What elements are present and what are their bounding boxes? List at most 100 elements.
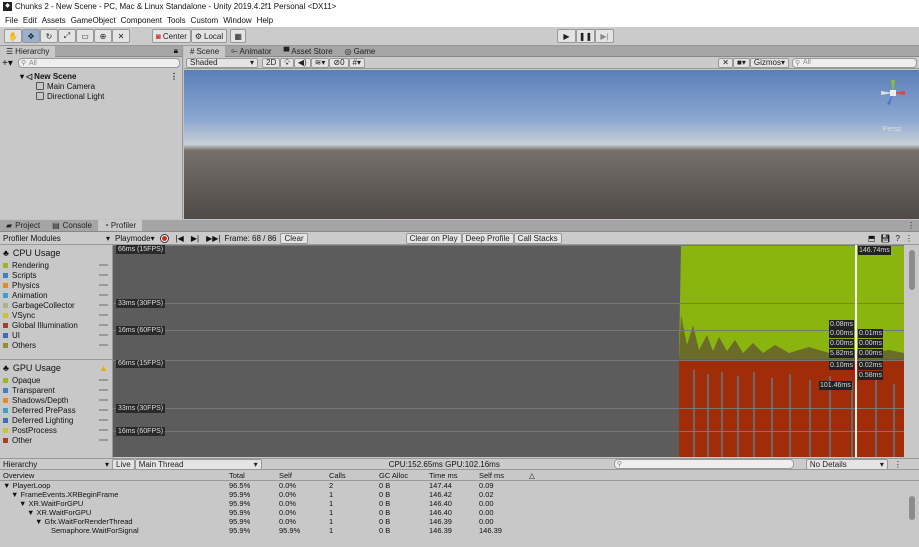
thread-dropdown[interactable]: Main Thread ▾ — [134, 458, 262, 470]
more-icon[interactable]: ⋮ — [905, 234, 913, 243]
cpu-legend-item[interactable]: GarbageCollector — [0, 300, 112, 310]
cpu-legend-item[interactable]: Physics — [0, 280, 112, 290]
details-menu-icon[interactable]: ⋮ — [894, 460, 902, 469]
tab-project[interactable]: ▰ Project — [0, 220, 46, 231]
expand-arrow-icon[interactable]: ▼ — [27, 508, 37, 517]
menu-window[interactable]: Window — [223, 16, 251, 25]
legend-toggle-icon[interactable] — [99, 314, 108, 316]
menu-edit[interactable]: Edit — [23, 16, 37, 25]
table-row[interactable]: Semaphore.WaitForSignal 95.9% 95.9% 1 0 B 146… — [0, 526, 919, 535]
details-scrollbar[interactable] — [905, 482, 919, 547]
table-row[interactable]: ▼ PlayerLoop 96.5% 0.0% 2 0 B 147.44 0.09 — [0, 481, 919, 490]
cpu-legend-item[interactable]: VSync — [0, 310, 112, 320]
details-scrollbar-thumb[interactable] — [909, 496, 915, 520]
lock-icon[interactable]: 🔒︎ — [174, 46, 178, 56]
tools-icon[interactable]: ✕ — [718, 57, 733, 68]
legend-toggle-icon[interactable] — [99, 409, 108, 411]
menu-tools[interactable]: Tools — [167, 16, 186, 25]
record-button[interactable] — [159, 233, 169, 243]
col-time-ms[interactable]: Time ms — [429, 471, 457, 480]
view-type-dropdown[interactable]: Hierarchy ▾ — [0, 460, 112, 469]
profiler-modules-dropdown[interactable]: Profiler Modules ▾ — [0, 234, 113, 243]
scene-menu-icon[interactable]: ⋮ — [170, 72, 178, 81]
clear-button[interactable]: Clear — [280, 232, 308, 244]
hierarchy-search-input[interactable]: ⚲ All — [18, 58, 180, 68]
playmode-dropdown[interactable]: Playmode ▾ — [115, 234, 155, 243]
col-self-ms[interactable]: Self ms — [479, 471, 504, 480]
table-row[interactable]: ▼ XR.WaitForGPU 95.9% 0.0% 1 0 B 146.40 0.00 — [0, 499, 919, 508]
orientation-gizmo-icon[interactable] — [879, 78, 907, 108]
first-frame-icon[interactable]: |◀ — [176, 234, 184, 243]
cpu-legend-item[interactable]: Scripts — [0, 270, 112, 280]
last-frame-icon[interactable]: ▶▶| — [206, 234, 220, 243]
play-button[interactable]: ▶ — [557, 29, 576, 43]
gpu-legend-item[interactable]: Opaque — [0, 375, 112, 385]
tab-animator[interactable]: ⟜ Animator — [225, 46, 277, 57]
scene-search-input[interactable]: ⚲ All — [792, 57, 917, 68]
custom-tool-icon[interactable]: ✕ — [112, 29, 130, 43]
col-self[interactable]: Self — [279, 471, 292, 480]
menu-file[interactable]: File — [5, 16, 18, 25]
gpu-legend-item[interactable]: Deferred PrePass — [0, 405, 112, 415]
cpu-legend-item[interactable]: Global Illumination — [0, 320, 112, 330]
scene-viewport[interactable]: Persp — [184, 70, 919, 219]
hierarchy-item-main-camera[interactable]: Main Camera — [20, 81, 182, 91]
warning-col-icon[interactable]: △ — [529, 471, 535, 480]
menu-assets[interactable]: Assets — [42, 16, 66, 25]
graph-scrollbar-thumb[interactable] — [909, 250, 915, 290]
cpu-graph[interactable]: 66ms (15FPS) 33ms (30FPS) 16ms (60FPS) 1… — [113, 245, 904, 359]
add-object-button[interactable]: +▾ — [2, 58, 18, 69]
gpu-legend-item[interactable]: Transparent — [0, 385, 112, 395]
legend-toggle-icon[interactable] — [99, 344, 108, 346]
legend-toggle-icon[interactable] — [99, 294, 108, 296]
frame-selection-line[interactable] — [855, 245, 857, 457]
table-row[interactable]: ▼ FrameEvents.XRBeginFrame 95.9% 0.0% 1 0 B 1… — [0, 490, 919, 499]
pivot-local-button[interactable]: ⚙ Local — [190, 29, 228, 43]
help-icon[interactable]: ? — [896, 234, 900, 243]
legend-toggle-icon[interactable] — [99, 429, 108, 431]
expand-arrow-icon[interactable]: ▼ — [35, 517, 45, 526]
shading-mode-dropdown[interactable]: Shaded ▾ — [186, 57, 258, 68]
menu-gameobject[interactable]: GameObject — [71, 16, 116, 25]
call-stacks-button[interactable]: Call Stacks — [513, 232, 562, 244]
live-toggle[interactable]: Live — [112, 458, 135, 470]
panel-menu-icon[interactable]: ⋮ — [907, 221, 915, 230]
tab-console[interactable]: ▤ Console — [46, 220, 98, 231]
scale-tool-icon[interactable]: ⤢ — [58, 29, 76, 43]
transform-tool-icon[interactable]: ⊕ — [94, 29, 112, 43]
legend-toggle-icon[interactable] — [99, 334, 108, 336]
legend-toggle-icon[interactable] — [99, 284, 108, 286]
gpu-graph[interactable]: 66ms (15FPS) 33ms (30FPS) 16ms (60FPS) 0… — [113, 360, 904, 457]
cpu-module[interactable]: ♣ CPU Usage Rendering Scripts Physics Animat… — [0, 245, 112, 359]
cpu-legend-item[interactable]: Others — [0, 340, 112, 350]
cpu-legend-item[interactable]: Rendering — [0, 260, 112, 270]
col-overview[interactable]: Overview — [3, 471, 34, 480]
graph-scrollbar[interactable] — [905, 245, 919, 457]
pivot-center-button[interactable]: ◙ Center — [152, 29, 191, 43]
hidden-objects-icon[interactable]: ⊘ 0 — [329, 57, 349, 68]
legend-toggle-icon[interactable] — [99, 324, 108, 326]
tab-profiler[interactable]: ◔ Profiler — [97, 220, 143, 231]
deep-profile-button[interactable]: Deep Profile — [461, 232, 514, 244]
expand-arrow-icon[interactable]: ▼ — [3, 481, 13, 490]
camera-icon[interactable]: ■▾ — [733, 57, 750, 68]
legend-toggle-icon[interactable] — [99, 304, 108, 306]
legend-toggle-icon[interactable] — [99, 399, 108, 401]
gpu-legend-item[interactable]: PostProcess — [0, 425, 112, 435]
details-mode-dropdown[interactable]: No Details ▾ — [805, 458, 888, 470]
legend-toggle-icon[interactable] — [99, 264, 108, 266]
col-gc-alloc[interactable]: GC Alloc — [379, 471, 408, 480]
gizmos-dropdown[interactable]: Gizmos ▾ — [749, 57, 789, 68]
gpu-legend-item[interactable]: Deferred Lighting — [0, 415, 112, 425]
legend-toggle-icon[interactable] — [99, 439, 108, 441]
effects-toggle-icon[interactable]: ≋▾ — [310, 57, 330, 68]
save-icon[interactable]: 💾︎ — [880, 234, 890, 243]
col-calls[interactable]: Calls — [329, 471, 346, 480]
hierarchy-item-directional-light[interactable]: Directional Light — [20, 91, 182, 101]
expand-arrow-icon[interactable]: ▼ — [11, 490, 21, 499]
cpu-legend-item[interactable]: UI — [0, 330, 112, 340]
warning-icon[interactable]: ▲ — [99, 363, 108, 373]
clear-on-play-button[interactable]: Clear on Play — [405, 232, 462, 244]
tab-scene[interactable]: # Scene — [184, 45, 226, 57]
expand-arrow-icon[interactable]: ▼ — [19, 499, 29, 508]
